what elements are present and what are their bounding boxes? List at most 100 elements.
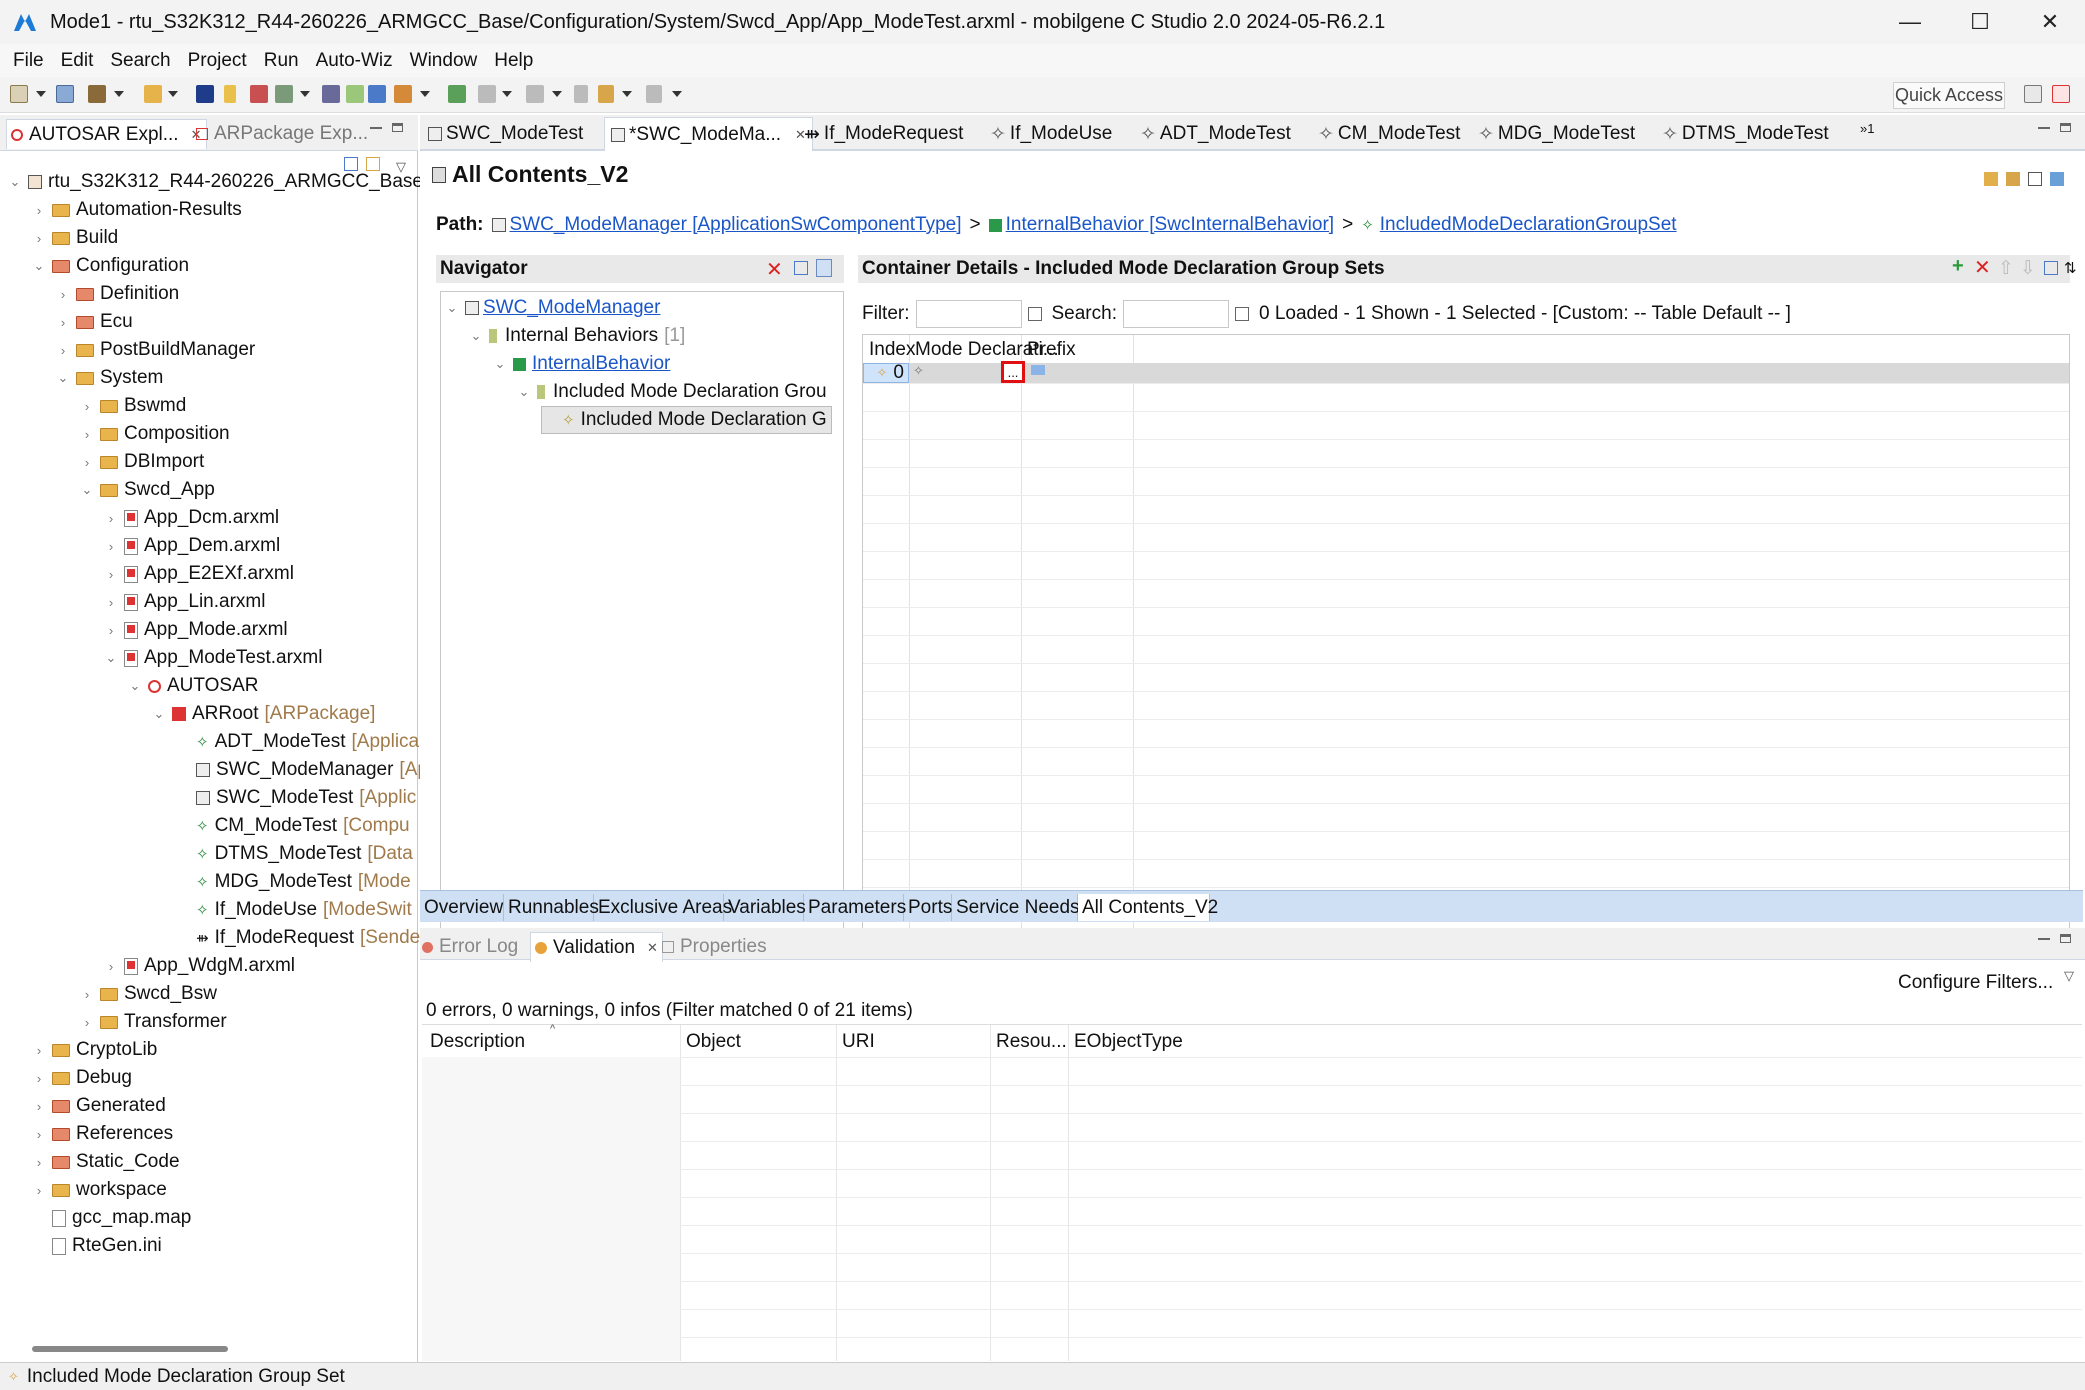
build-dropdown-icon[interactable]: [114, 91, 124, 97]
chevron-right-icon[interactable]: ›: [32, 1071, 46, 1086]
breadcrumb-swc-modemanager[interactable]: SWC_ModeManager [ApplicationSwComponentT…: [510, 214, 962, 236]
page-tab-all-contents-v2[interactable]: All Contents_V2: [1078, 894, 1218, 921]
chevron-down-icon[interactable]: ⌄: [128, 678, 142, 694]
tree-view-icon[interactable]: [816, 259, 832, 277]
move-down-icon[interactable]: ⇩: [2020, 257, 2036, 280]
sync-icon[interactable]: [1984, 172, 1998, 186]
tree-item[interactable]: › Bswmd: [80, 392, 186, 420]
menu-file[interactable]: File: [13, 50, 44, 72]
page-tab-runnables[interactable]: Runnables: [504, 894, 599, 921]
chevron-right-icon[interactable]: ›: [56, 287, 70, 302]
build-icon[interactable]: [88, 85, 106, 103]
tree-item[interactable]: › PostBuildManager: [56, 336, 255, 364]
tool-h-dropdown-icon[interactable]: [502, 91, 512, 97]
close-icon[interactable]: ✕: [647, 940, 658, 956]
tree-item[interactable]: ⌄ AUTOSAR: [128, 672, 259, 700]
tree-item[interactable]: › Build: [32, 224, 118, 252]
chevron-down-icon[interactable]: ⌄: [104, 650, 118, 666]
tool-f-dropdown-icon[interactable]: [420, 91, 430, 97]
refresh-icon[interactable]: [794, 261, 808, 275]
tool-b-icon[interactable]: [275, 85, 293, 103]
chevron-down-icon[interactable]: ⌄: [152, 706, 166, 722]
page-tab-overview[interactable]: Overview: [420, 894, 504, 921]
chevron-right-icon[interactable]: ›: [80, 455, 94, 470]
tree-item[interactable]: ✧ DTMS_ModeTest [Data: [176, 840, 413, 868]
chevron-right-icon[interactable]: ›: [104, 959, 118, 974]
tree-item[interactable]: gcc_map.map: [32, 1204, 191, 1232]
minimize-panel-icon[interactable]: [370, 127, 382, 129]
chevron-down-icon[interactable]: ⌄: [469, 328, 483, 344]
column-header-eobjecttype[interactable]: EObjectType: [1074, 1031, 1183, 1053]
tool-d-icon[interactable]: [346, 85, 364, 103]
tree-item[interactable]: › Transformer: [80, 1008, 227, 1036]
menu-run[interactable]: Run: [264, 50, 299, 72]
home-icon[interactable]: [2028, 172, 2042, 186]
column-header-uri[interactable]: URI: [842, 1031, 875, 1053]
chevron-right-icon[interactable]: ›: [32, 1155, 46, 1170]
chevron-right-icon[interactable]: ›: [80, 427, 94, 442]
tab-swc_modetest[interactable]: SWC_ModeTest: [428, 119, 583, 149]
close-button[interactable]: ✕: [2015, 0, 2085, 44]
chevron-down-icon[interactable]: ⌄: [56, 370, 70, 386]
tree-item[interactable]: › DBImport: [80, 448, 204, 476]
filter-input[interactable]: [915, 300, 1022, 328]
edit-icon[interactable]: [2044, 261, 2058, 275]
add-icon[interactable]: +: [1952, 255, 1964, 278]
configure-filters-button[interactable]: Configure Filters...: [1898, 972, 2053, 994]
forward-dropdown-icon[interactable]: [672, 91, 682, 97]
chevron-down-icon[interactable]: ⌄: [80, 482, 94, 498]
chevron-down-icon[interactable]: ⌄: [445, 300, 459, 316]
page-tab-ports[interactable]: Ports: [904, 894, 952, 921]
forward-icon[interactable]: [646, 85, 662, 103]
menu-edit[interactable]: Edit: [61, 50, 94, 72]
config-icon[interactable]: [2050, 172, 2064, 186]
navigator-item[interactable]: ✧ Included Mode Declaration G: [541, 406, 832, 434]
column-header-description[interactable]: Description: [430, 1031, 525, 1053]
page-tab-parameters[interactable]: Parameters: [804, 894, 906, 921]
chevron-right-icon[interactable]: ›: [56, 343, 70, 358]
menu-project[interactable]: Project: [188, 50, 247, 72]
chevron-down-icon[interactable]: ⌄: [517, 384, 531, 400]
tree-item[interactable]: › App_Mode.arxml: [104, 616, 288, 644]
tree-item[interactable]: ⌄ System: [56, 364, 164, 392]
tool-c-icon[interactable]: [322, 85, 340, 103]
tool-f-icon[interactable]: [394, 85, 412, 103]
tree-item[interactable]: › Automation-Results: [32, 196, 242, 224]
maximize-panel-icon[interactable]: [392, 123, 403, 132]
tool-h-icon[interactable]: [478, 85, 496, 103]
chevron-right-icon[interactable]: ›: [32, 203, 46, 218]
quick-access-field[interactable]: Quick Access: [1893, 82, 2005, 109]
search-input[interactable]: [1122, 300, 1229, 328]
column-header-prefix[interactable]: Prefix: [1027, 339, 1076, 361]
minimize-button[interactable]: —: [1875, 0, 1945, 44]
tree-item[interactable]: › CryptoLib: [32, 1036, 158, 1064]
sort-icon[interactable]: ⇅: [2064, 259, 2077, 277]
back-icon[interactable]: [598, 85, 614, 103]
open-perspective-icon[interactable]: [2024, 85, 2042, 103]
chevron-right-icon[interactable]: ›: [32, 231, 46, 246]
tab-dtms_modetest[interactable]: ✧ DTMS_ModeTest: [1662, 119, 1829, 149]
navigator-item[interactable]: ⌄ InternalBehavior: [493, 350, 671, 378]
tree-item[interactable]: RteGen.ini: [32, 1232, 162, 1260]
tree-item[interactable]: › App_E2EXf.arxml: [104, 560, 294, 588]
new-icon[interactable]: [10, 85, 28, 103]
tool-b-dropdown-icon[interactable]: [300, 91, 310, 97]
menu-search[interactable]: Search: [110, 50, 170, 72]
page-tab-variables[interactable]: Variables: [724, 894, 806, 921]
tree-item[interactable]: › Definition: [56, 280, 179, 308]
save-icon[interactable]: [56, 85, 74, 103]
chevron-down-icon[interactable]: ⌄: [493, 356, 507, 372]
horizontal-scrollbar[interactable]: [32, 1346, 228, 1352]
minimize-panel-icon[interactable]: [2038, 938, 2050, 940]
tab-if_modeuse[interactable]: ✧ If_ModeUse: [990, 119, 1112, 149]
menu-window[interactable]: Window: [410, 50, 478, 72]
search-clear-icon[interactable]: [1234, 307, 1249, 321]
chevron-right-icon[interactable]: ›: [32, 1127, 46, 1142]
spark-icon[interactable]: [224, 85, 236, 103]
navigator-item[interactable]: ⌄ SWC_ModeManager: [445, 294, 661, 322]
tree-item[interactable]: ⌄ rtu_S32K312_R44-260226_ARMGCC_Base: [8, 168, 423, 196]
maximize-editor-icon[interactable]: [2060, 123, 2071, 132]
tree-item[interactable]: SWC_ModeTest [Applic: [176, 784, 416, 812]
chevron-down-icon[interactable]: ⌄: [8, 174, 22, 190]
menu-help[interactable]: Help: [494, 50, 533, 72]
